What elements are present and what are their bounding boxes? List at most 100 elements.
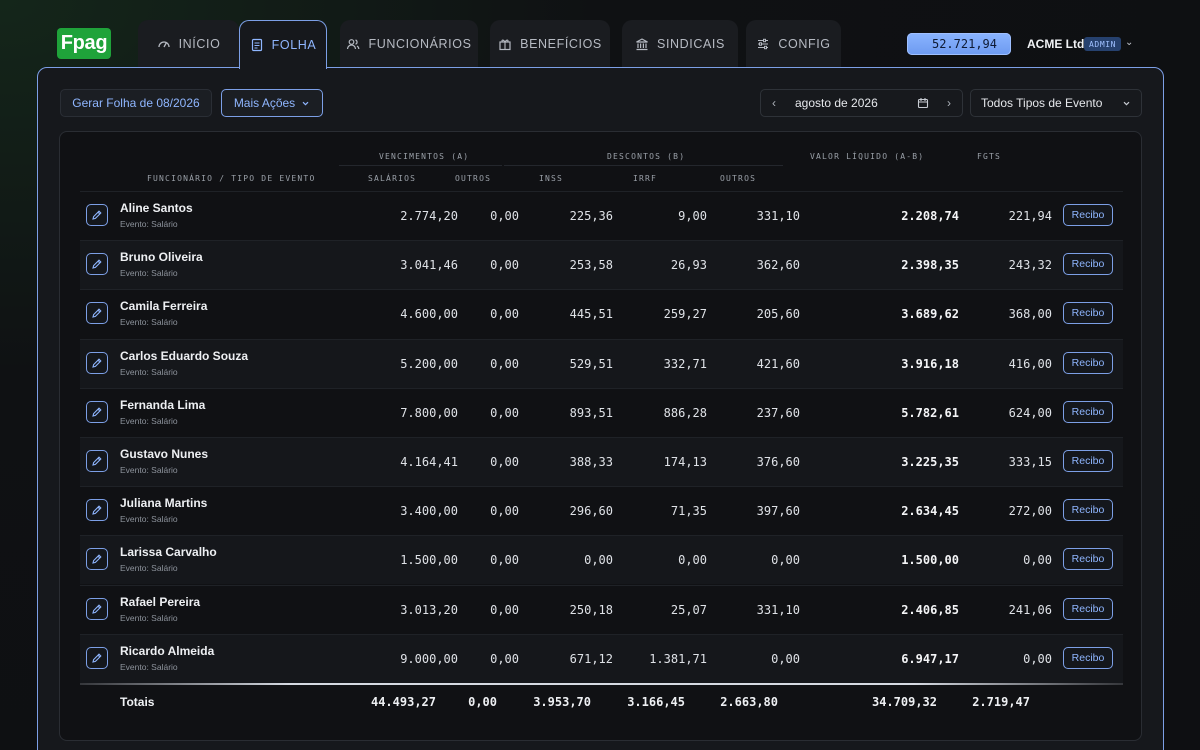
edit-button[interactable]: [86, 253, 108, 276]
cell-outros-descontos: 0,00: [771, 553, 800, 568]
pencil-icon: [92, 653, 102, 663]
total-outros-vencimentos: 0,00: [468, 695, 497, 709]
cell-liquido: 5.782,61: [901, 405, 959, 420]
cell-fgts: 272,00: [1008, 504, 1052, 519]
cell-outros-vencimentos: 0,00: [490, 455, 519, 469]
cell-liquido: 2.398,35: [901, 258, 959, 273]
cell-liquido: 3.689,62: [901, 307, 959, 322]
group-header-vencimentos: VENCIMENTOS (A): [379, 152, 470, 161]
cell-liquido: 2.634,45: [901, 504, 959, 519]
cell-irrf: 886,28: [663, 405, 707, 420]
chevron-right-icon[interactable]: ›: [936, 96, 962, 110]
cell-salarios: 4.164,41: [400, 455, 458, 469]
table-row: Gustavo Nunes Evento: Salário 4.164,41 0,00…: [80, 437, 1123, 486]
receipt-button[interactable]: Recibo: [1063, 548, 1113, 571]
cell-fgts: 243,32: [1008, 258, 1052, 273]
chevron-left-icon[interactable]: ‹: [761, 96, 787, 110]
receipt-button[interactable]: Recibo: [1063, 204, 1113, 226]
cell-salarios: 4.600,00: [400, 307, 458, 322]
column-header-outros-descontos: OUTROS: [720, 174, 757, 183]
employee-name: Gustavo Nunes: [120, 447, 209, 461]
edit-button[interactable]: [86, 646, 108, 669]
employee-event: Evento: Salário: [120, 661, 178, 672]
header-divider: [504, 165, 783, 166]
tab-beneficios[interactable]: BENEFÍCIOS: [490, 20, 610, 68]
payroll-table: VENCIMENTOS (A) DESCONTOS (B) VALOR LÍQU…: [59, 131, 1142, 741]
table-row: Rafael Pereira Evento: Salário 3.013,20 0,0…: [80, 584, 1123, 634]
gift-icon: [499, 39, 511, 51]
edit-button[interactable]: [86, 597, 108, 620]
edit-button[interactable]: [86, 548, 108, 571]
receipt-button[interactable]: Recibo: [1063, 253, 1113, 276]
pencil-icon: [92, 456, 102, 466]
cell-fgts: 0,00: [1023, 553, 1052, 568]
cell-outros-descontos: 376,60: [756, 455, 800, 469]
receipt-button[interactable]: Recibo: [1063, 646, 1113, 669]
bank-icon: [636, 38, 648, 51]
table-row: Aline Santos Evento: Salário 2.774,20 0,00 2…: [80, 191, 1123, 240]
cell-liquido: 6.947,17: [901, 651, 959, 666]
edit-button[interactable]: [86, 400, 108, 423]
cell-salarios: 5.200,00: [400, 356, 458, 371]
cell-fgts: 333,15: [1008, 455, 1052, 469]
edit-button[interactable]: [86, 302, 108, 325]
cell-liquido: 3.916,18: [901, 356, 959, 371]
edit-button[interactable]: [86, 351, 108, 374]
receipt-button[interactable]: Recibo: [1063, 597, 1113, 620]
totals-label: Totais: [120, 695, 155, 709]
cell-outros-descontos: 397,60: [756, 504, 800, 519]
employee-name: Rafael Pereira: [120, 594, 201, 609]
tab-label: INÍCIO: [178, 37, 221, 51]
column-header-employee: FUNCIONÁRIO / TIPO DE EVENTO: [147, 174, 316, 183]
receipt-button[interactable]: Recibo: [1063, 400, 1113, 423]
column-header-outros-vencimentos: OUTROS: [455, 174, 492, 183]
generate-payroll-label: Gerar Folha de 08/2026: [72, 96, 200, 110]
receipt-button[interactable]: Recibo: [1063, 499, 1113, 522]
pencil-icon: [92, 308, 102, 319]
month-picker[interactable]: ‹ agosto de 2026 ›: [760, 89, 963, 117]
calendar-icon[interactable]: [910, 97, 936, 109]
cell-salarios: 3.013,20: [400, 602, 458, 617]
total-liquido: 34.709,32: [871, 695, 937, 709]
event-type-value: Todos Tipos de Evento: [981, 96, 1103, 110]
employee-name: Ricardo Almeida: [120, 643, 215, 658]
tab-inicio[interactable]: INÍCIO: [138, 20, 239, 68]
tab-funcionarios[interactable]: FUNCIONÁRIOS: [340, 20, 478, 68]
cell-fgts: 368,00: [1008, 307, 1052, 322]
table-row: Juliana Martins Evento: Salário 3.400,00 0,…: [80, 486, 1123, 535]
total-irrf: 3.166,45: [627, 695, 685, 709]
edit-button[interactable]: [86, 204, 108, 226]
tab-folha[interactable]: FOLHA: [239, 20, 327, 69]
employee-event: Evento: Salário: [120, 317, 178, 328]
employee-name: Fernanda Lima: [120, 397, 206, 412]
receipt-button[interactable]: Recibo: [1063, 302, 1113, 325]
event-type-select[interactable]: Todos Tipos de Evento: [970, 89, 1142, 117]
document-icon: [251, 38, 262, 52]
more-actions-button[interactable]: Mais Ações: [221, 89, 323, 117]
month-label[interactable]: agosto de 2026: [787, 96, 910, 110]
employee-name: Juliana Martins: [120, 496, 208, 511]
cell-irrf: 259,27: [663, 307, 707, 322]
cell-fgts: 241,06: [1008, 602, 1052, 617]
tab-config[interactable]: CONFIG: [746, 20, 841, 68]
tab-sindicais[interactable]: SINDICAIS: [622, 20, 738, 68]
edit-button[interactable]: [86, 450, 108, 472]
cell-fgts: 624,00: [1008, 405, 1052, 420]
header-divider: [339, 165, 502, 166]
balance-pill[interactable]: 52.721,94: [907, 33, 1011, 55]
chevron-down-icon[interactable]: ⌄: [1125, 37, 1133, 48]
table-row: Fernanda Lima Evento: Salário 7.800,00 0,00…: [80, 387, 1123, 437]
cell-liquido: 2.406,85: [901, 602, 959, 617]
table-row: Larissa Carvalho Evento: Salário 1.500,00 0…: [80, 535, 1123, 585]
receipt-button[interactable]: Recibo: [1063, 450, 1113, 472]
cell-inss: 671,12: [569, 651, 613, 666]
app-logo[interactable]: Fpag: [57, 28, 111, 59]
generate-payroll-button[interactable]: Gerar Folha de 08/2026: [60, 89, 212, 117]
total-salarios: 44.493,27: [370, 695, 436, 709]
receipt-button[interactable]: Recibo: [1063, 351, 1113, 374]
edit-button[interactable]: [86, 499, 108, 522]
cell-salarios: 3.400,00: [400, 504, 458, 519]
company-name[interactable]: ACME Ltda: [1027, 37, 1091, 51]
cell-inss: 388,33: [569, 455, 613, 469]
cell-irrf: 332,71: [663, 356, 707, 371]
